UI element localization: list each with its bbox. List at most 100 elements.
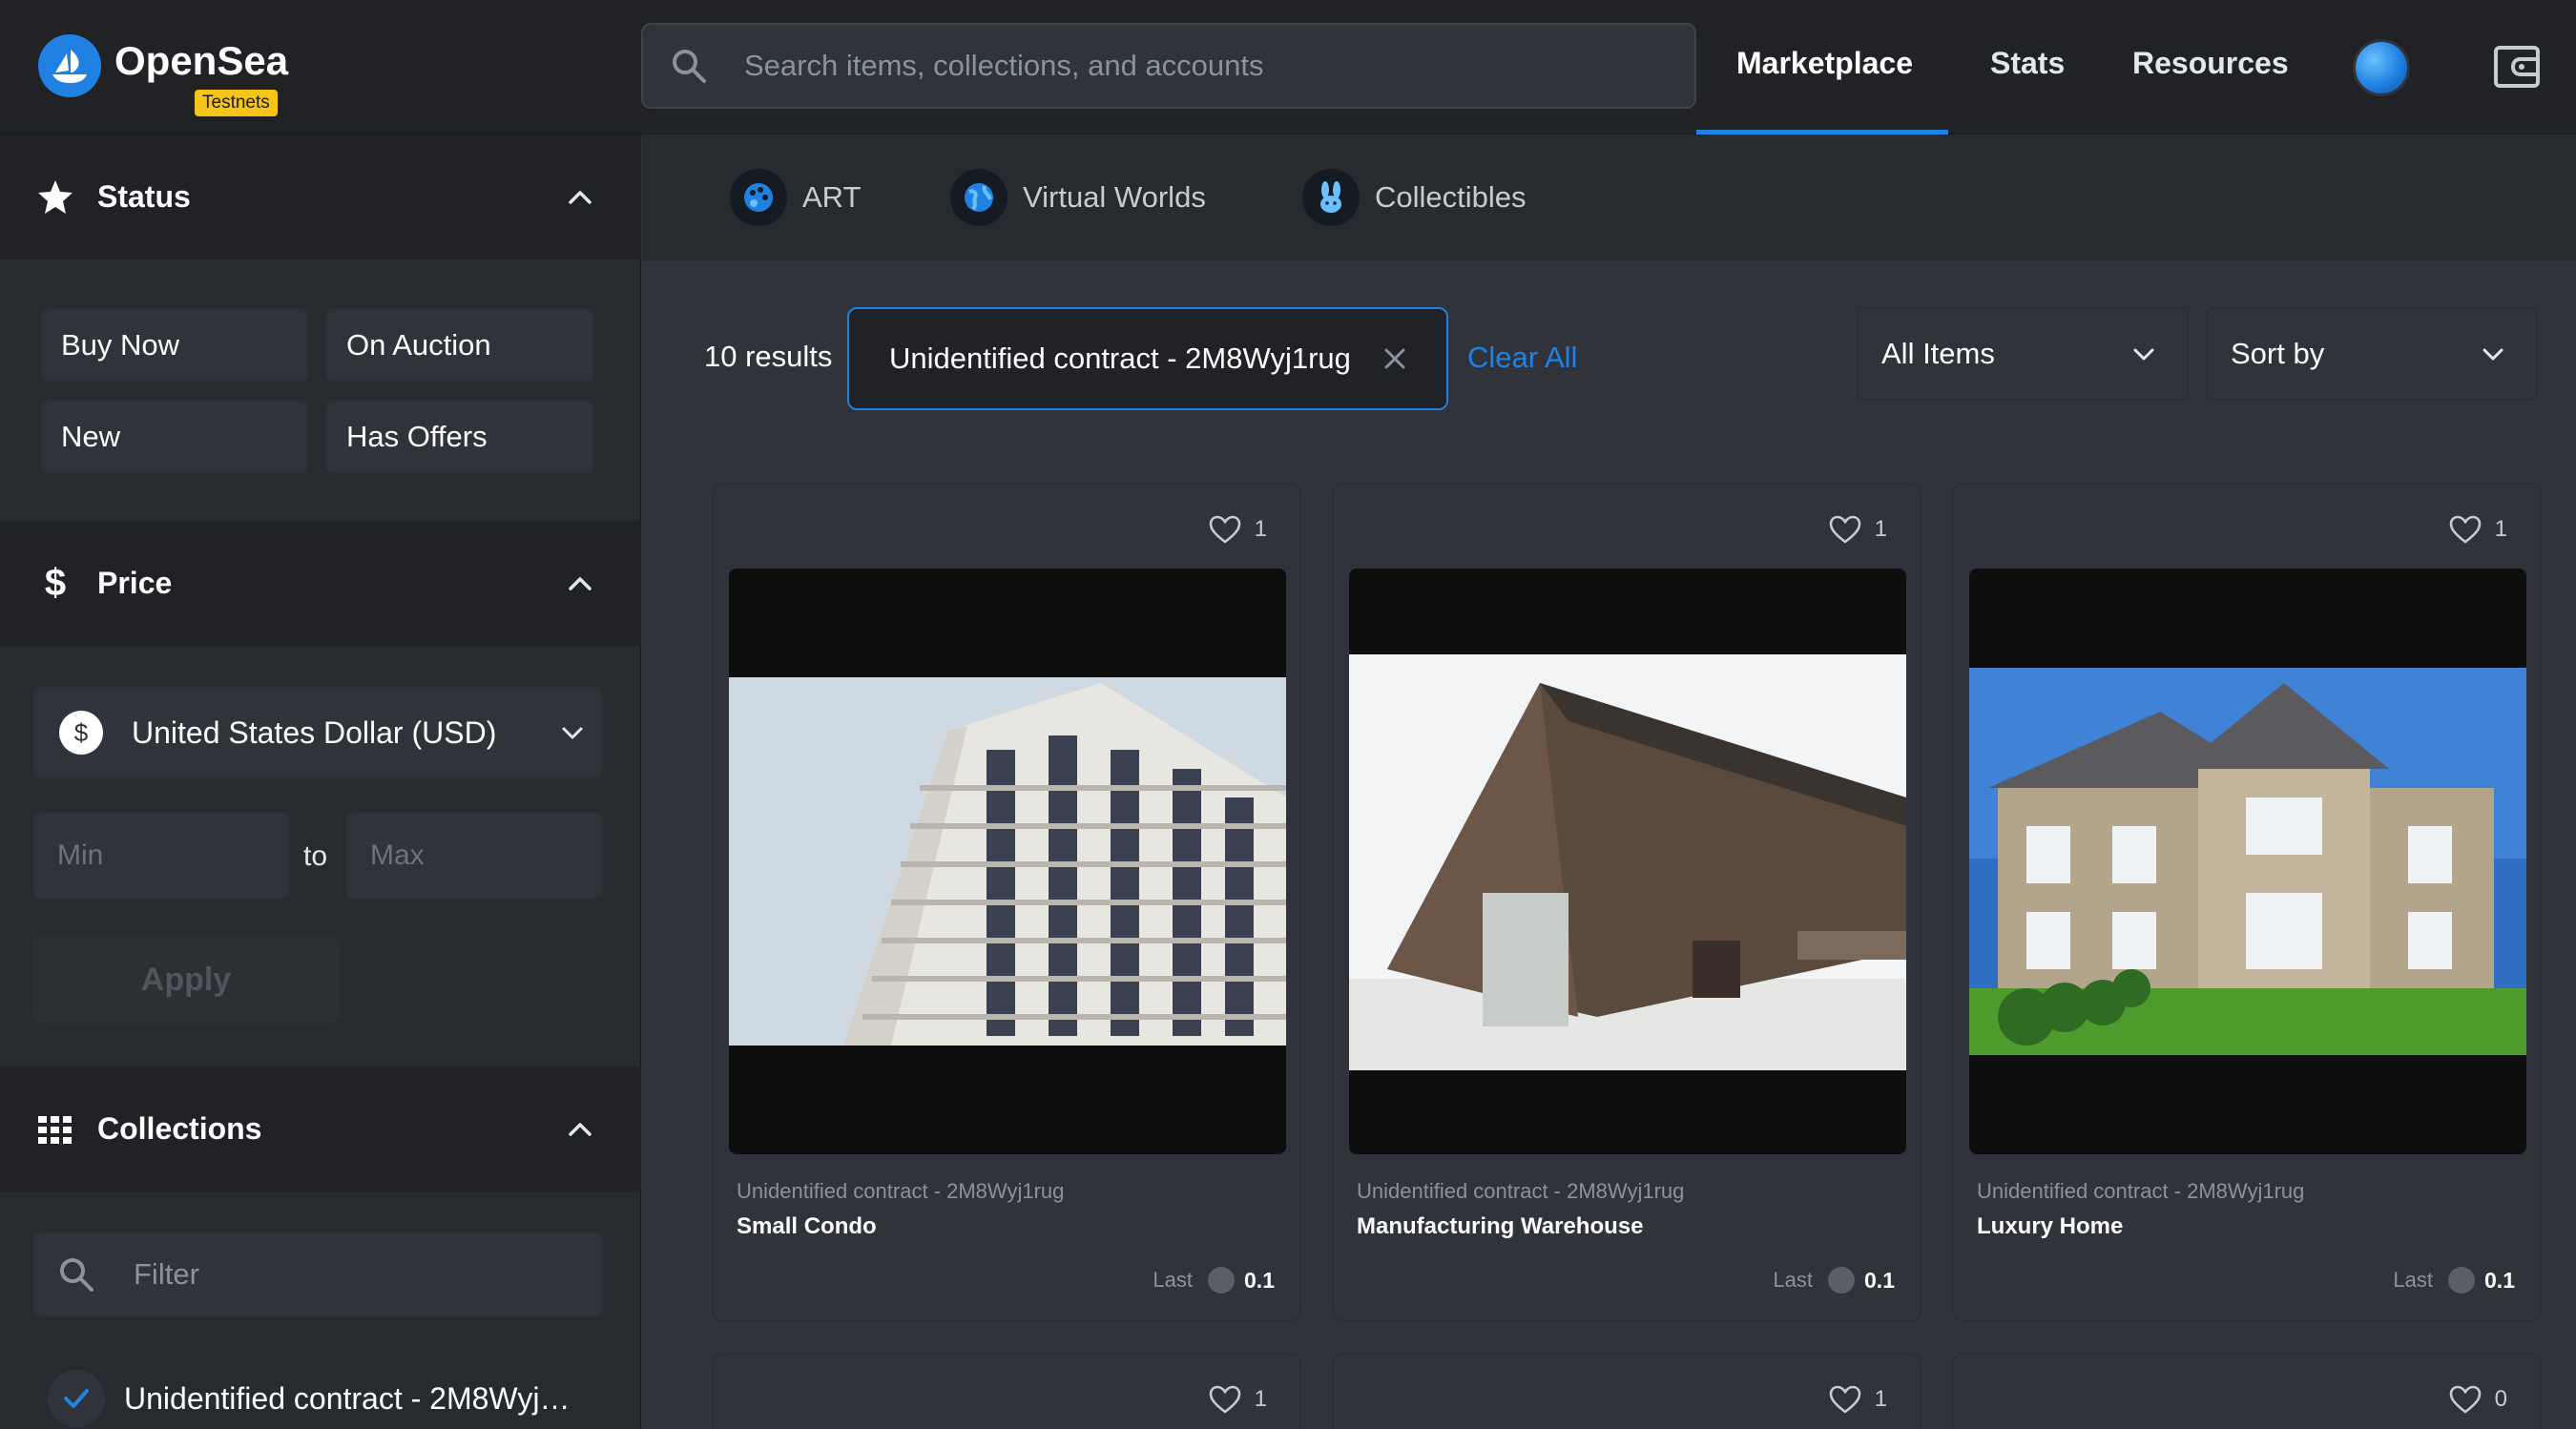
last-sale-value: 0.1 <box>1864 1267 1895 1293</box>
items-filter-value: All Items <box>1881 337 1995 370</box>
opensea-logo[interactable]: OpenSea Testnets <box>38 34 288 116</box>
nft-card-small-condo[interactable]: 1 Unidentified contract - 2M8Wyj1rug Sma… <box>712 483 1301 1322</box>
art-icon <box>730 169 787 226</box>
card-item-name: Small Condo <box>737 1213 877 1239</box>
currency-dollar-icon: $ <box>59 711 103 755</box>
nav-resources[interactable]: Resources <box>2132 46 2289 81</box>
favorite-button[interactable]: 1 <box>2449 515 2507 544</box>
eth-icon <box>2448 1267 2476 1294</box>
sort-dropdown[interactable]: Sort by <box>2206 307 2538 401</box>
favorite-count: 1 <box>2494 516 2507 542</box>
dollar-icon: $ <box>44 562 67 604</box>
heart-icon <box>2449 1385 2481 1414</box>
filter-sidebar: Status Buy Now On Auction New Has Offers… <box>0 135 641 1429</box>
nft-card[interactable]: 1 <box>712 1353 1301 1429</box>
price-to-label: to <box>303 840 328 872</box>
eth-icon <box>1208 1267 1236 1294</box>
favorite-button[interactable]: 1 <box>1829 515 1887 544</box>
wallet-icon[interactable] <box>2492 42 2542 92</box>
grid-icon <box>34 1108 76 1150</box>
opensea-logo-icon <box>38 34 101 97</box>
status-on-auction-button[interactable]: On Auction <box>325 308 594 383</box>
chevron-down-icon <box>562 727 583 739</box>
nft-image[interactable] <box>1969 569 2526 1154</box>
chevron-up-icon[interactable] <box>563 1112 597 1147</box>
category-label: Collectibles <box>1375 180 1527 214</box>
card-item-name: Luxury Home <box>1977 1213 2124 1239</box>
status-has-offers-button[interactable]: Has Offers <box>325 400 594 474</box>
collection-list-item[interactable]: Unidentified contract - 2M8Wyj… <box>48 1365 570 1429</box>
apply-price-button[interactable]: Apply <box>32 936 340 1024</box>
heart-icon <box>1209 515 1240 544</box>
results-count: 10 results <box>704 340 833 373</box>
search-input[interactable] <box>744 49 1603 83</box>
currency-select[interactable]: $ United States Dollar (USD) <box>32 686 603 779</box>
card-item-name: Manufacturing Warehouse <box>1357 1213 1644 1239</box>
star-icon <box>34 176 76 218</box>
favorite-count: 1 <box>1254 1386 1267 1412</box>
category-label: Virtual Worlds <box>1023 180 1206 214</box>
search-icon <box>668 45 710 87</box>
checkmark-icon[interactable] <box>48 1370 105 1427</box>
last-sale-label: Last <box>1773 1268 1814 1292</box>
items-filter-dropdown[interactable]: All Items <box>1857 307 2189 401</box>
category-label: ART <box>802 180 862 214</box>
nft-image[interactable] <box>1349 569 1906 1154</box>
heart-icon <box>2449 515 2481 544</box>
collections-section-header[interactable]: Collections <box>0 1067 641 1191</box>
status-section-header[interactable]: Status <box>0 135 641 259</box>
last-sale: Last 0.1 <box>2393 1267 2515 1294</box>
card-collection-name: Unidentified contract - 2M8Wyj1rug <box>737 1179 1065 1203</box>
category-virtual-worlds[interactable]: Virtual Worlds <box>950 169 1206 226</box>
bunny-icon <box>1302 169 1360 226</box>
nft-card-manufacturing-warehouse[interactable]: 1 Unidentified contract - 2M8Wyj1rug Man… <box>1332 483 1922 1322</box>
sort-value: Sort by <box>2231 337 2325 370</box>
search-bar[interactable] <box>641 23 1696 109</box>
clear-all-link[interactable]: Clear All <box>1467 341 1577 375</box>
active-filter-label: Unidentified contract - 2M8Wyj1rug <box>889 342 1351 375</box>
nft-card-luxury-home[interactable]: 1 Unidentified contract - 2M8Wyj1rug Lux… <box>1952 483 2542 1322</box>
top-header: OpenSea Testnets Marketplace Stats Resou… <box>0 0 2576 135</box>
nft-card[interactable]: 1 <box>1332 1353 1922 1429</box>
last-sale-label: Last <box>1153 1268 1194 1292</box>
price-section-header[interactable]: $ Price <box>0 521 641 646</box>
close-icon[interactable] <box>1380 343 1410 374</box>
favorite-button[interactable]: 1 <box>1829 1385 1887 1414</box>
category-art[interactable]: ART <box>730 169 861 226</box>
status-buy-now-button[interactable]: Buy Now <box>40 308 309 383</box>
category-bar: ART Virtual Worlds Collectibles <box>642 135 2576 260</box>
favorite-count: 1 <box>1874 1386 1887 1412</box>
price-max-input[interactable] <box>345 812 603 900</box>
status-new-button[interactable]: New <box>40 400 309 474</box>
category-collectibles[interactable]: Collectibles <box>1302 169 1527 226</box>
favorite-count: 1 <box>1874 516 1887 542</box>
price-min-input[interactable] <box>32 812 290 900</box>
chevron-up-icon[interactable] <box>563 180 597 215</box>
nft-card[interactable]: 0 <box>1952 1353 2542 1429</box>
nft-image[interactable] <box>729 569 1286 1154</box>
chevron-down-icon <box>2133 348 2154 361</box>
favorite-button[interactable]: 1 <box>1209 1385 1267 1414</box>
nav-marketplace[interactable]: Marketplace <box>1736 46 1913 81</box>
search-icon <box>60 1258 93 1292</box>
favorite-count: 1 <box>1254 516 1267 542</box>
collection-filter[interactable] <box>32 1232 603 1317</box>
status-title: Status <box>97 179 191 214</box>
heart-icon <box>1829 1385 1860 1414</box>
chevron-down-icon <box>2483 348 2503 361</box>
price-title: Price <box>97 566 173 600</box>
collection-filter-input[interactable] <box>134 1257 572 1292</box>
favorite-button[interactable]: 1 <box>1209 515 1267 544</box>
currency-value: United States Dollar (USD) <box>132 714 497 750</box>
nav-stats[interactable]: Stats <box>1990 46 2065 81</box>
favorite-button[interactable]: 0 <box>2449 1385 2507 1414</box>
chevron-up-icon[interactable] <box>563 567 597 601</box>
eth-icon <box>1828 1267 1856 1294</box>
card-collection-name: Unidentified contract - 2M8Wyj1rug <box>1357 1179 1685 1203</box>
collection-name: Unidentified contract - 2M8Wyj… <box>124 1380 571 1416</box>
last-sale: Last 0.1 <box>1773 1267 1895 1294</box>
last-sale: Last 0.1 <box>1153 1267 1275 1294</box>
profile-avatar[interactable] <box>2353 39 2410 96</box>
last-sale-value: 0.1 <box>1244 1267 1275 1293</box>
active-filter-chip[interactable]: Unidentified contract - 2M8Wyj1rug <box>847 307 1448 410</box>
